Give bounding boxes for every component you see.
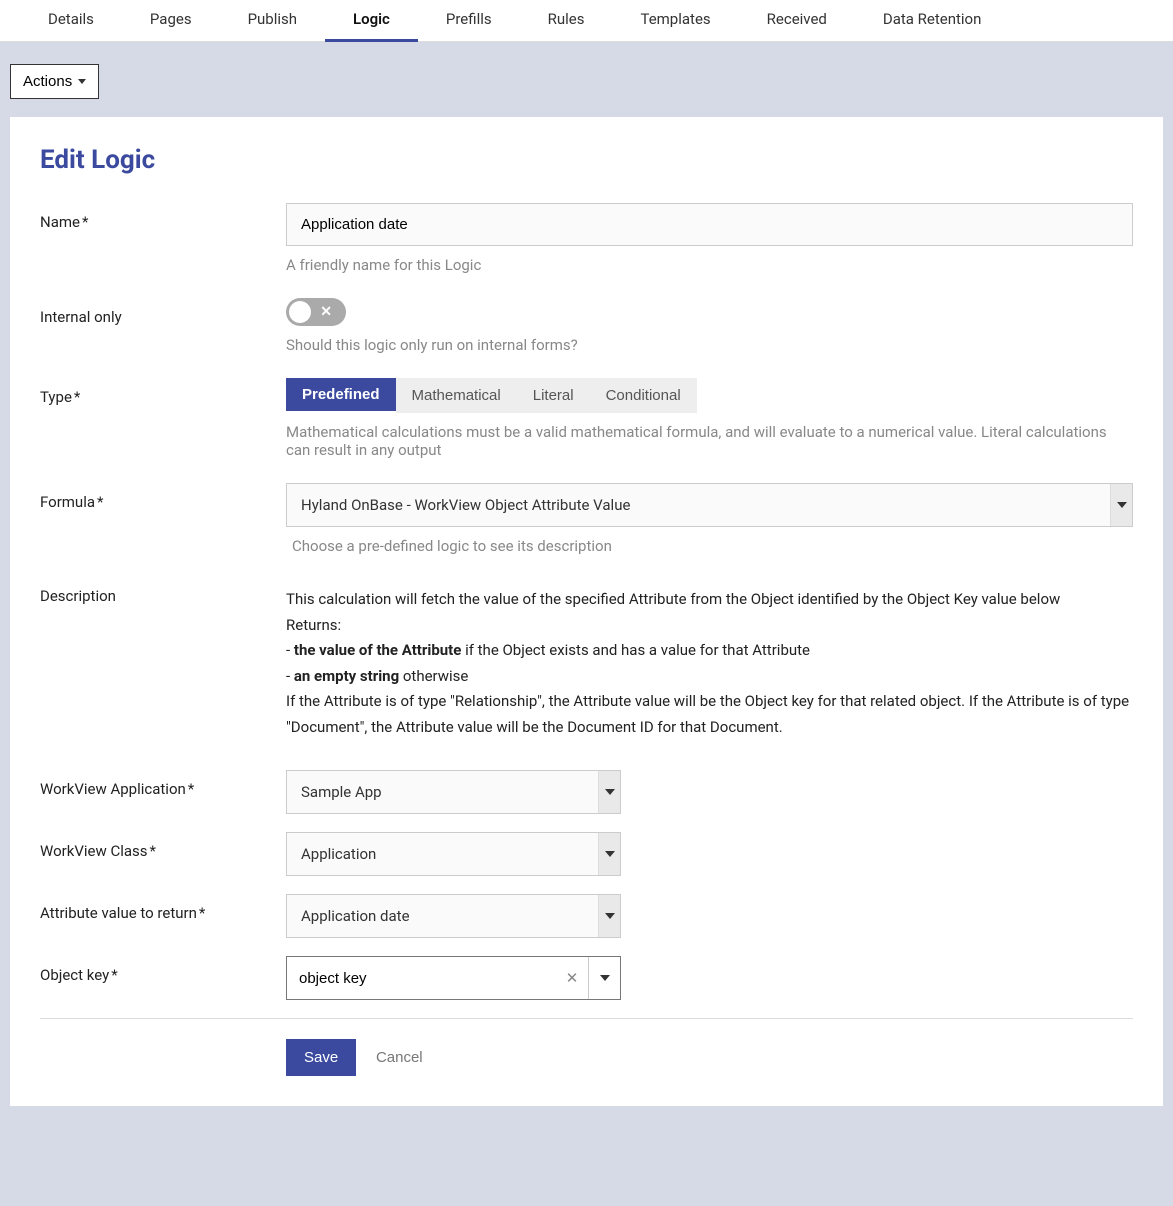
tab-logic[interactable]: Logic [325,0,418,42]
close-icon: ✕ [320,304,332,320]
name-label: Name* [40,203,286,231]
wv-app-value: Sample App [287,771,598,813]
formula-value: Hyland OnBase - WorkView Object Attribut… [287,484,1110,526]
type-segmented: Predefined Mathematical Literal Conditio… [286,378,1133,413]
formula-helper: Choose a pre-defined logic to see its de… [292,537,1133,555]
tab-received[interactable]: Received [739,0,855,42]
attr-return-label: Attribute value to return* [40,894,286,922]
cancel-button[interactable]: Cancel [360,1039,439,1076]
section-divider [40,1018,1133,1019]
object-key-input[interactable] [287,957,556,999]
internal-only-helper: Should this logic only run on internal f… [286,336,1133,354]
wv-app-select[interactable]: Sample App [286,770,621,814]
attr-return-value: Application date [287,895,598,937]
type-label: Type* [40,378,286,406]
wv-class-select[interactable]: Application [286,832,621,876]
save-button[interactable]: Save [286,1039,356,1076]
chevron-down-icon [1110,484,1132,526]
actions-button[interactable]: Actions [10,64,99,99]
tab-templates[interactable]: Templates [612,0,738,42]
type-conditional[interactable]: Conditional [590,378,697,413]
tab-details[interactable]: Details [20,0,122,42]
tab-publish[interactable]: Publish [220,0,325,42]
object-key-combo[interactable]: ✕ [286,956,621,1000]
name-helper: A friendly name for this Logic [286,256,1133,274]
actions-label: Actions [23,73,72,90]
type-literal[interactable]: Literal [517,378,590,413]
internal-only-toggle[interactable]: ✕ [286,298,346,326]
chevron-down-icon [598,771,620,813]
type-helper: Mathematical calculations must be a vali… [286,423,1133,459]
type-mathematical[interactable]: Mathematical [396,378,517,413]
object-key-label: Object key* [40,956,286,984]
edit-panel: Edit Logic Name* A friendly name for thi… [10,117,1163,1106]
description-label: Description [40,587,286,605]
chevron-down-icon [598,895,620,937]
tab-prefills[interactable]: Prefills [418,0,520,42]
chevron-down-icon[interactable] [588,957,620,999]
name-input[interactable] [286,203,1133,246]
type-predefined[interactable]: Predefined [286,378,396,413]
wv-class-value: Application [287,833,598,875]
formula-label: Formula* [40,483,286,511]
attr-return-select[interactable]: Application date [286,894,621,938]
tab-rules[interactable]: Rules [520,0,613,42]
top-nav: Details Pages Publish Logic Prefills Rul… [0,0,1173,42]
chevron-down-icon [598,833,620,875]
clear-icon[interactable]: ✕ [556,957,588,999]
formula-select[interactable]: Hyland OnBase - WorkView Object Attribut… [286,483,1133,527]
tab-data-retention[interactable]: Data Retention [855,0,1010,42]
tab-pages[interactable]: Pages [122,0,220,42]
page-title: Edit Logic [40,145,1133,175]
wv-class-label: WorkView Class* [40,832,286,860]
wv-app-label: WorkView Application* [40,770,286,798]
description-text: This calculation will fetch the value of… [286,587,1133,740]
internal-only-label: Internal only [40,298,286,326]
